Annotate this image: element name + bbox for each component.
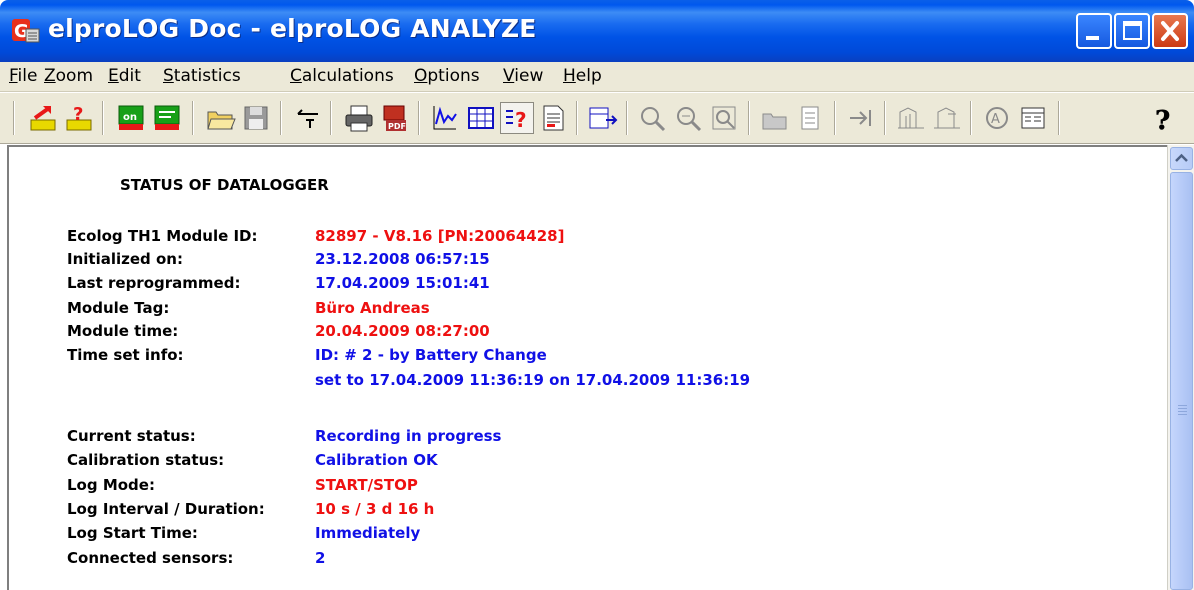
download-icon[interactable]: [26, 102, 60, 134]
next-icon[interactable]: [844, 102, 878, 134]
last-reprogrammed-label: Last reprogrammed:: [67, 274, 241, 292]
app-icon[interactable]: G: [12, 17, 40, 45]
svg-text:PDF: PDF: [388, 122, 406, 131]
log-mode-value: START/STOP: [315, 476, 418, 494]
toolbar-separator: [970, 101, 972, 135]
chevron-up-icon: [1175, 153, 1188, 162]
toolbar-separator: [834, 101, 836, 135]
table-icon[interactable]: [464, 102, 498, 134]
svg-text:?: ?: [73, 104, 83, 125]
title-bar[interactable]: G elproLOG Doc - elproLOG ANALYZE: [0, 0, 1194, 62]
annotate-icon[interactable]: A: [980, 102, 1014, 134]
zoom-area-icon[interactable]: [672, 102, 706, 134]
calibration-status-label: Calibration status:: [67, 451, 225, 469]
scroll-grip: [1178, 411, 1187, 412]
toolbar-separator: [576, 101, 578, 135]
module-id-value: 82897 - V8.16 [PN:20064428]: [315, 227, 565, 245]
menu-zoom[interactable]: Zoom: [44, 66, 93, 86]
toolbar-separator: [418, 101, 420, 135]
connected-sensors-label: Connected sensors:: [67, 549, 234, 567]
menu-options[interactable]: Options: [414, 66, 480, 86]
graph-next-icon[interactable]: [930, 102, 964, 134]
vertical-scrollbar[interactable]: [1167, 145, 1194, 590]
minimize-icon: [1086, 36, 1099, 40]
log-interval-value: 10 s / 3 d 16 h: [315, 500, 435, 518]
last-reprogrammed-value: 17.04.2009 15:01:41: [315, 274, 490, 292]
toolbar-separator: [192, 101, 194, 135]
status-icon[interactable]: ?: [500, 102, 534, 134]
toolbar-grip[interactable]: [13, 101, 15, 135]
report-icon[interactable]: [536, 102, 570, 134]
pdf-icon[interactable]: PDF: [378, 102, 412, 134]
calibration-status-value: Calibration OK: [315, 451, 438, 469]
menu-bar: File Zoom Edit Statistics Calculations O…: [0, 62, 1194, 92]
save-icon[interactable]: [240, 102, 274, 134]
current-status-label: Current status:: [67, 427, 196, 445]
logger-green-icon[interactable]: on: [114, 102, 148, 134]
chart-icon[interactable]: [428, 102, 462, 134]
toolbar-separator: [626, 101, 628, 135]
edit-icon[interactable]: [292, 102, 326, 134]
current-status-value: Recording in progress: [315, 427, 502, 445]
initialized-label: Initialized on:: [67, 250, 183, 268]
toolbar: ? on PDF ? A ?: [0, 93, 1194, 144]
zoom-icon[interactable]: [636, 102, 670, 134]
scroll-grip: [1178, 414, 1187, 415]
svg-text:A: A: [991, 112, 1000, 127]
logger-program-icon[interactable]: [150, 102, 184, 134]
properties-icon[interactable]: [1016, 102, 1050, 134]
module-tag-label: Module Tag:: [67, 299, 170, 317]
status-heading: STATUS OF DATALOGGER: [120, 176, 329, 194]
toolbar-separator: [280, 101, 282, 135]
zoom-reset-icon[interactable]: [708, 102, 742, 134]
svg-text:?: ?: [1155, 106, 1170, 134]
toolbar-separator: [748, 101, 750, 135]
log-mode-label: Log Mode:: [67, 476, 155, 494]
initialized-value: 23.12.2008 06:57:15: [315, 250, 490, 268]
module-id-label: Ecolog TH1 Module ID:: [67, 227, 258, 245]
scroll-thumb[interactable]: [1170, 172, 1193, 590]
menu-calculations[interactable]: Calculations: [290, 66, 394, 86]
module-time-label: Module time:: [67, 322, 179, 340]
close-button[interactable]: [1152, 13, 1188, 49]
download-query-icon[interactable]: ?: [62, 102, 96, 134]
export-icon[interactable]: [586, 102, 620, 134]
print-icon[interactable]: [342, 102, 376, 134]
menu-statistics[interactable]: Statistics: [163, 66, 241, 86]
svg-text:?: ?: [515, 108, 527, 132]
open-data-icon[interactable]: [758, 102, 792, 134]
log-start-time-label: Log Start Time:: [67, 524, 198, 542]
menu-file[interactable]: File: [9, 66, 37, 86]
svg-text:on: on: [123, 112, 137, 123]
toolbar-separator: [102, 101, 104, 135]
menu-edit[interactable]: Edit: [108, 66, 141, 86]
menu-view[interactable]: View: [503, 66, 543, 86]
time-set-info-value: ID: # 2 - by Battery Change: [315, 346, 547, 364]
module-tag-value: Büro Andreas: [315, 299, 430, 317]
scroll-up-button[interactable]: [1170, 147, 1193, 170]
help-icon[interactable]: ?: [1146, 102, 1180, 137]
log-start-time-value: Immediately: [315, 524, 421, 542]
close-icon: [1161, 21, 1179, 41]
toolbar-separator: [884, 101, 886, 135]
time-set-detail-value: set to 17.04.2009 11:36:19 on 17.04.2009…: [315, 371, 751, 389]
minimize-button[interactable]: [1076, 13, 1112, 49]
toolbar-separator: [330, 101, 332, 135]
time-set-info-label: Time set info:: [67, 346, 184, 364]
maximize-button[interactable]: [1114, 13, 1150, 49]
menu-help[interactable]: Help: [563, 66, 602, 86]
log-interval-label: Log Interval / Duration:: [67, 500, 265, 518]
window-title: elproLOG Doc - elproLOG ANALYZE: [48, 14, 537, 43]
scroll-grip: [1178, 408, 1187, 409]
connected-sensors-value: 2: [315, 549, 326, 567]
graph-prev-icon[interactable]: [894, 102, 928, 134]
toolbar-separator: [1058, 101, 1060, 135]
maximize-icon: [1123, 21, 1142, 40]
module-time-value: 20.04.2009 08:27:00: [315, 322, 490, 340]
scroll-grip: [1178, 405, 1187, 406]
list-icon[interactable]: [794, 102, 828, 134]
open-folder-icon[interactable]: [204, 102, 238, 134]
